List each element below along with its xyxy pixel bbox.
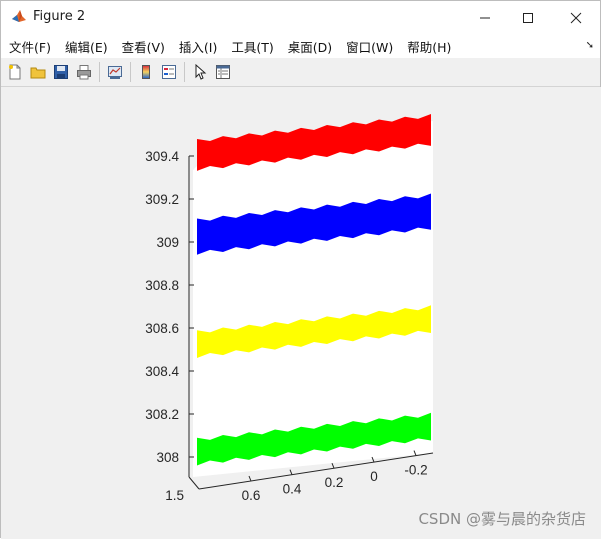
menu-file[interactable]: 文件(F) [9, 37, 51, 56]
print-button[interactable] [75, 63, 93, 81]
window-title: Figure 2 [33, 9, 86, 24]
x-tick-label: 0 [370, 469, 378, 484]
menu-edit[interactable]: 编辑(E) [65, 37, 108, 56]
toolbar-separator [99, 62, 100, 82]
open-file-button[interactable] [29, 63, 47, 81]
legend-icon [162, 65, 176, 79]
z-tick-label: 309 [156, 235, 179, 250]
insert-colorbar-button[interactable] [137, 63, 155, 81]
x-tick-label: 0.6 [242, 488, 261, 503]
open-file-icon [30, 67, 46, 79]
x-tick-label: -0.2 [404, 463, 427, 478]
maximize-icon [523, 12, 533, 23]
x-tick-label: 0.4 [283, 482, 302, 497]
figure-toolbar [1, 58, 600, 87]
menu-window[interactable]: 窗口(W) [346, 37, 393, 56]
z-tick-label: 308.2 [145, 407, 179, 422]
x-tick-mark [331, 463, 335, 469]
z-tick-label: 308.4 [145, 364, 179, 379]
figure-window: Figure 2 文件(F) 编辑(E) 查看(V) 插入(I) 工具(T) 桌… [0, 0, 601, 539]
z-axis-ticks: 308 308.2 308.4 308.6 308.8 309 309.2 309.4 [145, 149, 194, 465]
x-tick-label: 0.2 [325, 475, 344, 490]
save-button[interactable] [52, 63, 70, 81]
z-tick-label: 309.2 [145, 192, 179, 207]
matlab-logo-icon [12, 10, 26, 22]
new-figure-button[interactable] [6, 63, 24, 81]
menu-help[interactable]: 帮助(H) [407, 37, 451, 56]
z-tick-label: 308.8 [145, 278, 179, 293]
close-button[interactable] [553, 1, 599, 34]
property-inspector-icon [216, 65, 230, 79]
colorbar-icon [142, 65, 150, 79]
x-tick-mark [289, 469, 293, 475]
link-plot-button[interactable] [106, 63, 124, 81]
toolbar-separator [130, 62, 131, 82]
minimize-icon [480, 17, 490, 18]
maximize-button[interactable] [505, 1, 551, 34]
y-axis-ticks: 1.5 [165, 488, 184, 503]
edit-plot-button[interactable] [191, 63, 209, 81]
close-icon [570, 12, 582, 23]
insert-legend-button[interactable] [160, 63, 178, 81]
save-icon [54, 65, 68, 79]
menu-insert[interactable]: 插入(I) [179, 37, 217, 56]
edit-plot-icon [195, 64, 207, 80]
minimize-button[interactable] [462, 1, 508, 34]
y-axis-line [188, 476, 200, 490]
menu-tools[interactable]: 工具(T) [231, 37, 273, 56]
new-figure-icon [9, 64, 21, 80]
y-tick-label: 1.5 [165, 488, 184, 503]
dock-figure-icon[interactable]: ➘ [586, 40, 594, 51]
z-tick-label: 308 [156, 450, 179, 465]
scatter-plot-3d[interactable]: 308 308.2 308.4 308.6 308.8 309 309.2 309.4 0.6… [1, 87, 601, 539]
menu-bar: 文件(F) 编辑(E) 查看(V) 插入(I) 工具(T) 桌面(D) 窗口(W… [1, 34, 600, 58]
watermark: CSDN @雾与晨的杂货店 [418, 510, 586, 528]
property-inspector-button[interactable] [214, 63, 232, 81]
plot-area: 308 308.2 308.4 308.6 308.8 309 309.2 309.4 0.6… [1, 87, 601, 539]
menu-view[interactable]: 查看(V) [122, 37, 165, 56]
print-icon [77, 65, 91, 80]
toolbar-separator [184, 62, 185, 82]
link-plot-icon [108, 66, 122, 79]
menu-desktop[interactable]: 桌面(D) [288, 37, 332, 56]
z-tick-label: 308.6 [145, 321, 179, 336]
title-bar[interactable]: Figure 2 [1, 1, 600, 34]
x-tick-mark [248, 475, 252, 482]
z-tick-label: 309.4 [145, 149, 179, 164]
